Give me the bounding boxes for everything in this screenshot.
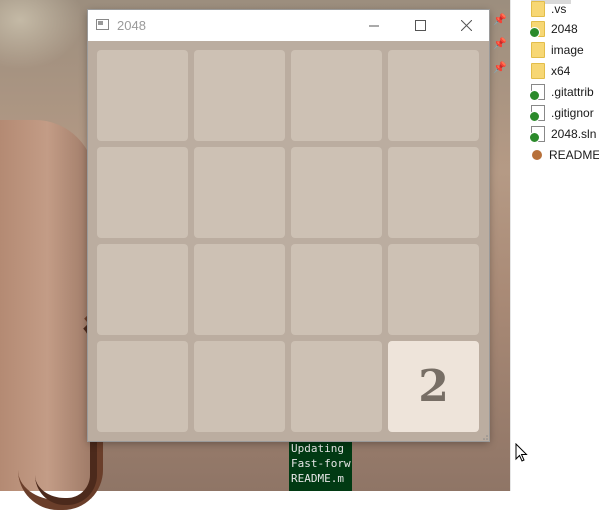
- folder-icon: [531, 42, 545, 58]
- game-window[interactable]: 2048 2: [88, 10, 489, 441]
- maximize-icon: [414, 20, 426, 31]
- minimize-icon: [368, 25, 379, 27]
- pin-icon[interactable]: 📌: [493, 61, 507, 74]
- empty-tile: [388, 50, 479, 141]
- empty-tile: [194, 244, 285, 335]
- window-title: 2048: [117, 18, 146, 33]
- file-synced-icon: [529, 105, 545, 122]
- app-window-icon[interactable]: [96, 19, 109, 30]
- file-explorer-panel: .vs 2048 image x64 .gitattrib .gitignor …: [510, 0, 599, 491]
- file-item-label: .gitignor: [551, 106, 594, 120]
- window-titlebar[interactable]: 2048: [88, 10, 489, 41]
- tile-2: 2: [388, 341, 479, 432]
- readme-icon: [531, 148, 543, 162]
- pin-icon[interactable]: 📌: [493, 13, 507, 26]
- file-item-label: 2048.sln: [551, 127, 597, 141]
- file-item-label: .gitattrib: [551, 85, 594, 99]
- empty-tile: [388, 244, 479, 335]
- file-synced-icon: [529, 84, 545, 101]
- file-item-label: 2048: [551, 22, 578, 36]
- terminal-line: Fast-forw: [291, 457, 351, 470]
- close-button[interactable]: [443, 10, 489, 41]
- file-item-solution[interactable]: 2048.sln: [529, 124, 599, 144]
- empty-tile: [291, 147, 382, 238]
- empty-tile: [97, 341, 188, 432]
- minimize-button[interactable]: [351, 10, 397, 41]
- file-item-vs[interactable]: .vs: [531, 0, 599, 19]
- terminal-output: Updating Fast-forw README.m: [289, 441, 352, 491]
- file-item-gitignore[interactable]: .gitignor: [529, 103, 599, 123]
- mouse-cursor-icon: [515, 443, 528, 462]
- pin-icon[interactable]: 📌: [493, 37, 507, 50]
- file-item-image[interactable]: image: [531, 40, 599, 60]
- file-item-label: image: [551, 43, 584, 57]
- terminal-line: Updating: [291, 442, 344, 455]
- file-item-gitattributes[interactable]: .gitattrib: [529, 82, 599, 102]
- file-item-x64[interactable]: x64: [531, 61, 599, 81]
- empty-tile: [291, 341, 382, 432]
- empty-tile: [194, 341, 285, 432]
- game-board[interactable]: 2: [88, 41, 489, 441]
- solution-file-icon: [529, 126, 545, 143]
- file-item-label: x64: [551, 64, 571, 78]
- terminal-line: README.m: [291, 472, 344, 485]
- file-item-2048[interactable]: 2048: [529, 19, 599, 39]
- maximize-button[interactable]: [397, 10, 443, 41]
- resize-grip-icon[interactable]: [482, 434, 488, 440]
- empty-tile: [194, 147, 285, 238]
- empty-tile: [97, 244, 188, 335]
- empty-tile: [388, 147, 479, 238]
- file-item-label: README: [549, 148, 599, 162]
- file-item-label: .vs: [551, 2, 567, 16]
- folder-synced-icon: [529, 21, 545, 38]
- file-item-readme[interactable]: README: [531, 145, 599, 165]
- empty-tile: [97, 50, 188, 141]
- folder-icon: [531, 1, 545, 17]
- close-icon: [460, 20, 472, 31]
- empty-tile: [194, 50, 285, 141]
- folder-icon: [531, 63, 545, 79]
- empty-tile: [291, 244, 382, 335]
- empty-tile: [97, 147, 188, 238]
- empty-tile: [291, 50, 382, 141]
